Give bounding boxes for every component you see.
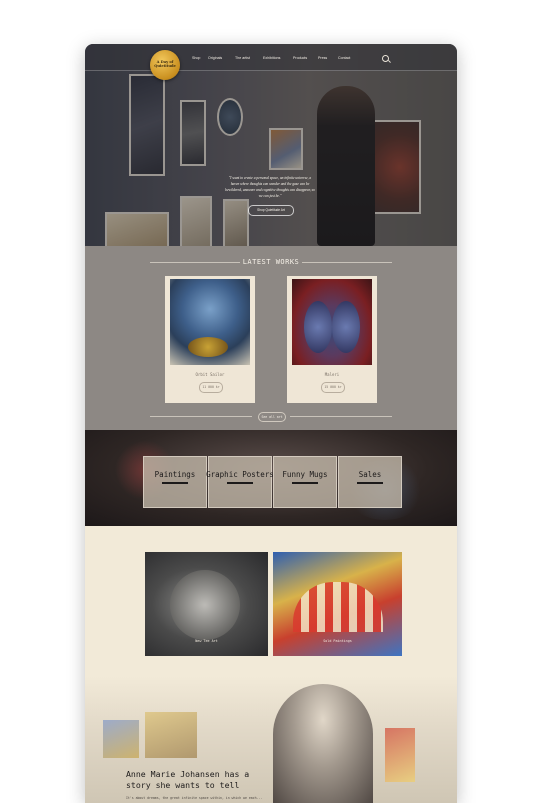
category-graphic-posters[interactable]: Graphic Posters [206, 456, 274, 508]
category-funny-mugs[interactable]: Funny Mugs [273, 456, 337, 508]
artwork-title[interactable]: Orbit Sailor [165, 372, 255, 377]
hero-section: A Day of Quietitude Shop Originals The a… [85, 44, 457, 246]
logo-line-2: Quietitude [154, 64, 176, 68]
category-label[interactable]: Sales [331, 470, 409, 479]
artwork-title[interactable]: Maleri [287, 372, 377, 377]
nav-press[interactable]: Press [318, 56, 327, 60]
about-artist-figure [273, 684, 373, 803]
divider [290, 416, 392, 417]
latest-works-section: LATEST WORKS Orbit Sailor 11 000 kr Male… [85, 246, 457, 430]
hero-quote: "I want to create a personal space, an i… [205, 175, 335, 199]
nav-the-artist[interactable]: The artist [235, 56, 250, 60]
latest-works-title: LATEST WORKS [242, 258, 300, 266]
artwork-card[interactable]: Maleri 15 000 kr [287, 276, 377, 403]
feature-label[interactable]: New Tee Art [145, 639, 268, 643]
category-underline [292, 482, 318, 484]
artwork-detail [188, 337, 228, 357]
divider [150, 416, 252, 417]
feature-label[interactable]: Sold Paintings [273, 639, 402, 643]
artwork-image[interactable] [292, 279, 372, 365]
about-heading: Anne Marie Johansen has a story she want… [126, 769, 250, 790]
artwork-detail [304, 301, 332, 353]
about-text: It's about dreams, the great infinite sp… [126, 796, 263, 800]
hero-shop-button[interactable]: Shop Quietitude Art [248, 205, 294, 216]
hero-quote-line: we can just be." [258, 194, 282, 198]
category-underline [357, 482, 383, 484]
about-artwork [385, 728, 415, 782]
artwork-price[interactable]: 11 000 kr [199, 382, 223, 393]
categories-section: Paintings Graphic Posters Funny Mugs Sal… [85, 430, 457, 526]
artwork-image[interactable] [170, 279, 250, 365]
search-icon[interactable] [382, 55, 389, 62]
nav-shop[interactable]: Shop [192, 56, 200, 60]
about-artwork [145, 712, 197, 758]
nav-products[interactable]: Products [293, 56, 307, 60]
nav-exhibitions[interactable]: Exhibitions [263, 56, 280, 60]
artwork-card[interactable]: Orbit Sailor 11 000 kr [165, 276, 255, 403]
divider [302, 262, 392, 263]
top-navigation: A Day of Quietitude Shop Originals The a… [85, 44, 457, 80]
feature-new-tee-art[interactable]: New Tee Art [145, 552, 268, 656]
category-underline [162, 482, 188, 484]
artwork-price[interactable]: 15 000 kr [321, 382, 345, 393]
about-artwork [103, 720, 139, 758]
category-paintings[interactable]: Paintings [143, 456, 207, 508]
logo-text: A Day of Quietitude [150, 60, 180, 68]
site-logo[interactable]: A Day of Quietitude [150, 50, 180, 80]
category-underline [227, 482, 253, 484]
website-frame: A Day of Quietitude Shop Originals The a… [85, 44, 457, 803]
nav-originals[interactable]: Originals [208, 56, 222, 60]
category-sales[interactable]: Sales [338, 456, 402, 508]
feature-section: New Tee Art Sold Paintings Anne Marie Jo… [85, 526, 457, 803]
feature-sold-paintings[interactable]: Sold Paintings [273, 552, 402, 656]
feature-artwork-shape [170, 570, 240, 640]
see-all-art-button[interactable]: See all art [258, 412, 286, 422]
nav-contact[interactable]: Contact [338, 56, 350, 60]
artwork-detail [332, 301, 360, 353]
feature-artwork-shape [293, 582, 383, 632]
